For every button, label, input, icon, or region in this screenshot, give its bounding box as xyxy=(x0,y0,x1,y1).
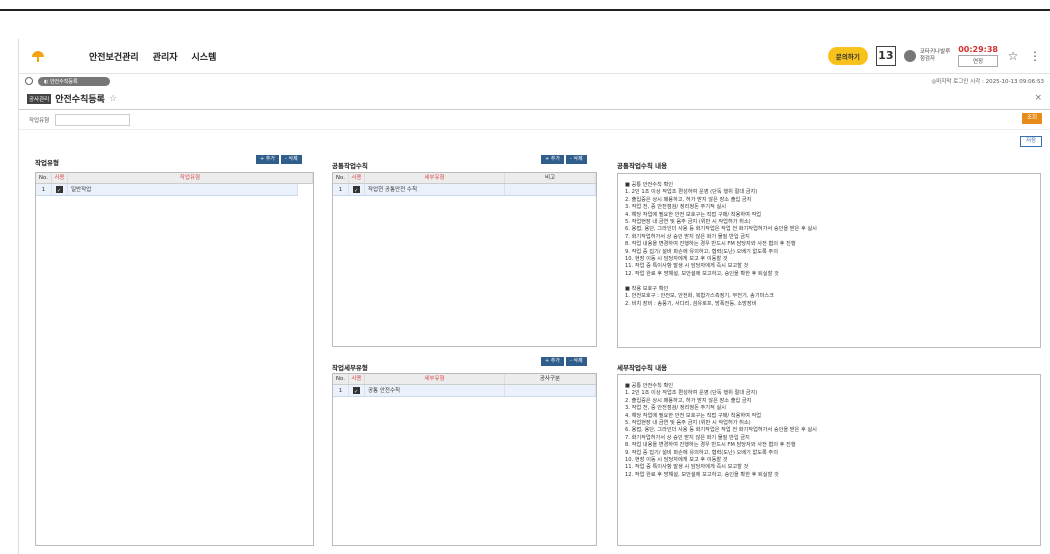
col-no: No. xyxy=(333,173,349,183)
cell-use[interactable] xyxy=(349,184,365,197)
nav-item-system[interactable]: 시스템 xyxy=(192,50,217,63)
user-role: 점검자 xyxy=(919,56,936,62)
checkbox-checked-icon[interactable] xyxy=(353,386,360,398)
filter-label: 작업유형 xyxy=(29,117,50,124)
col-no: No. xyxy=(36,173,52,183)
common-rule-title: 공통작업수칙 xyxy=(332,162,368,170)
table-row[interactable]: 1 공통 안전수칙 xyxy=(333,385,596,398)
favorite-star-icon[interactable]: ☆ xyxy=(1006,49,1020,63)
cell-no: 1 xyxy=(333,385,349,396)
tab-bar: ◐ 안전수칙등록 ◎마지막 로그인 시각 : 2025-10-13 09:06:… xyxy=(19,74,1050,88)
checkbox-checked-icon[interactable] xyxy=(353,185,360,197)
session-timer: 00:29:38 연장 xyxy=(958,45,998,67)
detail-type-add-button[interactable]: + 추가 xyxy=(541,357,564,366)
window-top-edge xyxy=(0,0,1050,11)
filter-bar: 작업유형 xyxy=(19,110,1050,130)
extend-button[interactable]: 연장 xyxy=(958,55,998,67)
table-row[interactable]: 1 일반작업 xyxy=(36,184,298,197)
col-use: 사용 xyxy=(349,173,365,183)
user-name: 코타키나발루 xyxy=(919,49,951,55)
table-header: No. 사용 작업유형 xyxy=(36,173,313,184)
user-info[interactable]: 코타키나발루 점검자 xyxy=(903,49,951,63)
work-type-title: 작업유형 xyxy=(35,159,59,167)
col-subtype: 세부유형 xyxy=(365,374,505,384)
main-nav: 안전보건관리 관리자 시스템 xyxy=(89,50,216,63)
inquiry-button[interactable]: 문의하기 xyxy=(827,47,868,65)
save-button[interactable]: 저장 xyxy=(1020,136,1042,147)
cell-note xyxy=(505,184,596,195)
page-titlebar: 공사관리 안전수칙등록 ☆ × xyxy=(19,88,1050,110)
common-content-textarea[interactable]: ■ 공통 안전수칙 확인 1. 2인 1조 이상 작업조 편성하여 운영 (단독… xyxy=(617,173,1041,348)
common-rule-buttons: + 추가 - 삭제 xyxy=(541,155,587,164)
common-rule-delete-button[interactable]: - 삭제 xyxy=(565,155,587,164)
cell-construction-type xyxy=(505,385,596,396)
cell-use[interactable] xyxy=(52,184,68,197)
col-use: 사용 xyxy=(52,173,68,183)
nav-item-admin[interactable]: 관리자 xyxy=(153,50,178,63)
col-construction-type: 공사구분 xyxy=(505,374,596,384)
cell-subtype: 공통 안전수칙 xyxy=(365,385,505,396)
home-circle-icon[interactable] xyxy=(25,77,33,85)
header-right: 문의하기 13 코타키나발루 점검자 00:29:38 연장 ☆ ⋮ xyxy=(827,45,1042,67)
category-badge: 공사관리 xyxy=(27,93,52,104)
page-title: 안전수칙등록 xyxy=(55,95,105,105)
calendar-icon[interactable]: 13 xyxy=(875,46,896,66)
more-menu-icon[interactable]: ⋮ xyxy=(1028,49,1042,63)
detail-type-buttons: + 추가 - 삭제 xyxy=(541,357,587,366)
cell-no: 1 xyxy=(333,184,349,195)
table-header: No. 사용 세부유형 공사구분 xyxy=(333,374,596,385)
col-use: 사용 xyxy=(349,374,365,384)
table-row[interactable]: 1 작업현 공통안전 수칙 xyxy=(333,184,596,197)
search-button[interactable]: 조회 xyxy=(1022,113,1042,124)
user-avatar-icon xyxy=(903,50,916,62)
col-no: No. xyxy=(333,374,349,384)
nav-item-safety[interactable]: 안전보건관리 xyxy=(89,50,139,63)
last-login-text: ◎마지막 로그인 시각 : 2025-10-13 09:06:53 xyxy=(931,79,1044,85)
tab-safety-rule[interactable]: ◐ 안전수칙등록 xyxy=(38,76,110,86)
detail-type-title: 작업세부유형 xyxy=(332,364,368,372)
common-rule-grid: No. 사용 세부유형 비고 1 작업현 공통안전 수칙 xyxy=(332,172,597,347)
col-subtype: 세부유형 xyxy=(365,173,505,183)
close-icon[interactable]: × xyxy=(1034,93,1042,103)
work-type-delete-button[interactable]: - 삭제 xyxy=(280,155,302,164)
detail-type-delete-button[interactable]: - 삭제 xyxy=(565,357,587,366)
col-work-type: 작업유형 xyxy=(68,173,313,183)
checkbox-checked-icon[interactable] xyxy=(56,185,63,197)
work-type-grid: No. 사용 작업유형 1 일반작업 xyxy=(35,172,314,546)
common-rule-add-button[interactable]: + 추가 xyxy=(541,155,564,164)
common-content-title: 공통작업수칙 내용 xyxy=(617,162,668,170)
cell-use[interactable] xyxy=(349,385,365,398)
timer-value: 00:29:38 xyxy=(958,45,998,54)
work-type-add-button[interactable]: + 추가 xyxy=(256,155,279,164)
col-note: 비고 xyxy=(505,173,596,183)
table-header: No. 사용 세부유형 비고 xyxy=(333,173,596,184)
detail-content-textarea[interactable]: ■ 공통 안전수칙 확인 1. 2인 1조 이상 작업조 편성하여 운영 (단독… xyxy=(617,374,1041,546)
bookmark-star-icon[interactable]: ☆ xyxy=(109,94,117,104)
work-type-buttons: + 추가 - 삭제 xyxy=(256,155,302,164)
cell-no: 1 xyxy=(36,184,52,195)
app-header: 안전보건관리 관리자 시스템 문의하기 13 코타키나발루 점검자 00:29:… xyxy=(19,39,1050,74)
cell-subtype: 작업현 공통안전 수칙 xyxy=(365,184,505,195)
work-type-search-input[interactable] xyxy=(55,113,131,126)
umbrella-logo-icon[interactable] xyxy=(31,49,45,63)
detail-type-grid: No. 사용 세부유형 공사구분 1 공통 안전수칙 xyxy=(332,373,597,546)
detail-content-title: 세부작업수칙 내용 xyxy=(617,364,668,372)
cell-work-type: 일반작업 xyxy=(68,184,298,195)
